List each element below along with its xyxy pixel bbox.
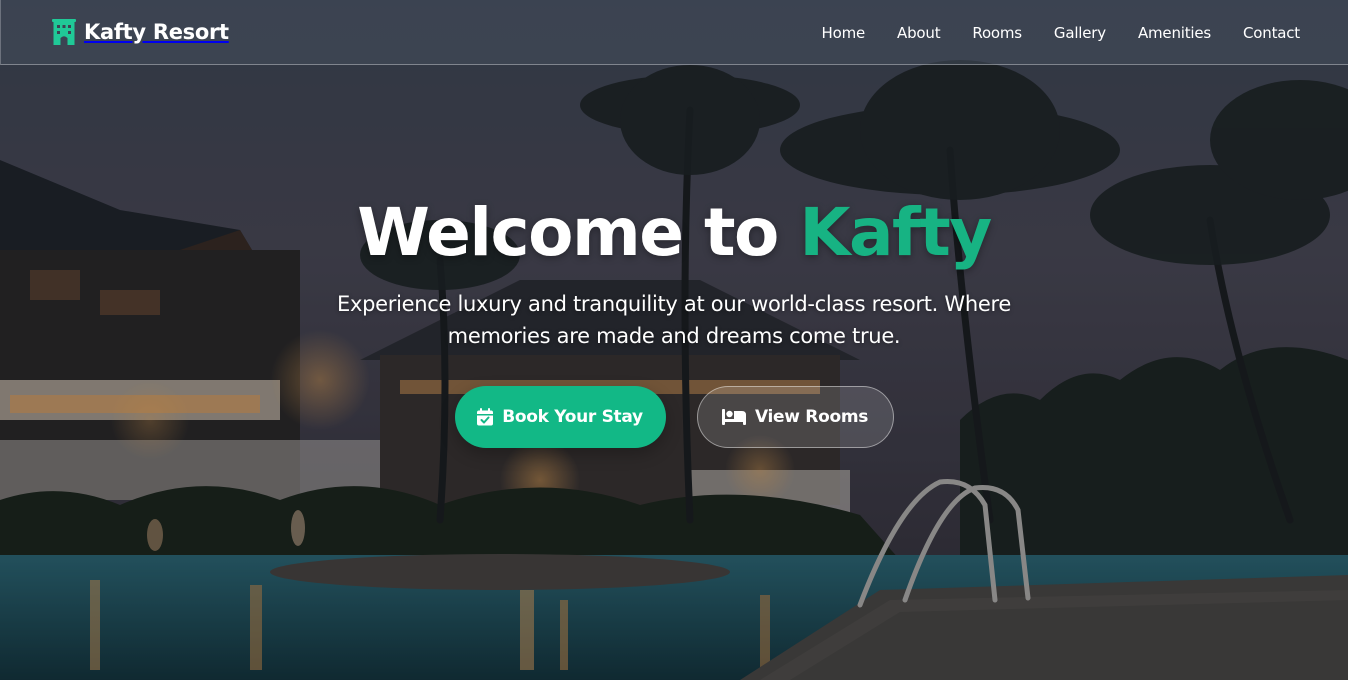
hero-title-prefix: Welcome to [357,194,800,271]
bed-icon [721,409,746,425]
nav-link-about[interactable]: About [897,24,941,42]
nav-link-rooms[interactable]: Rooms [972,24,1022,42]
nav-item-contact: Contact [1243,23,1300,42]
nav-link-amenities[interactable]: Amenities [1138,24,1211,42]
view-rooms-label: View Rooms [754,407,869,427]
hero-title: Welcome to Kafty [0,192,1348,274]
brand-logo-link[interactable]: Kafty Resort [52,19,229,45]
nav-link-contact[interactable]: Contact [1243,24,1300,42]
hotel-icon [52,19,76,45]
book-your-stay-label: Book Your Stay [502,407,643,427]
nav-link-home[interactable]: Home [822,24,866,42]
nav-item-gallery: Gallery [1054,23,1106,42]
nav-menu: Home About Rooms Gallery Amenities Conta… [790,23,1301,42]
hero-title-highlight: Kafty [799,194,992,271]
navbar: Kafty Resort Home About Rooms Gallery Am… [0,0,1348,65]
hero-subtitle: Experience luxury and tranquility at our… [337,292,1011,348]
hero-cta-row: Book Your Stay View Rooms [0,386,1348,448]
view-rooms-button[interactable]: View Rooms [696,386,894,448]
book-your-stay-button[interactable]: Book Your Stay [454,386,666,448]
nav-item-home: Home [822,23,866,42]
nav-item-rooms: Rooms [972,23,1022,42]
calendar-check-icon [477,408,494,426]
nav-item-amenities: Amenities [1138,23,1211,42]
brand-name: Kafty Resort [84,20,229,44]
hero-content: Welcome to Kafty Experience luxury and t… [0,192,1348,448]
nav-link-gallery[interactable]: Gallery [1054,24,1106,42]
nav-item-about: About [897,23,941,42]
